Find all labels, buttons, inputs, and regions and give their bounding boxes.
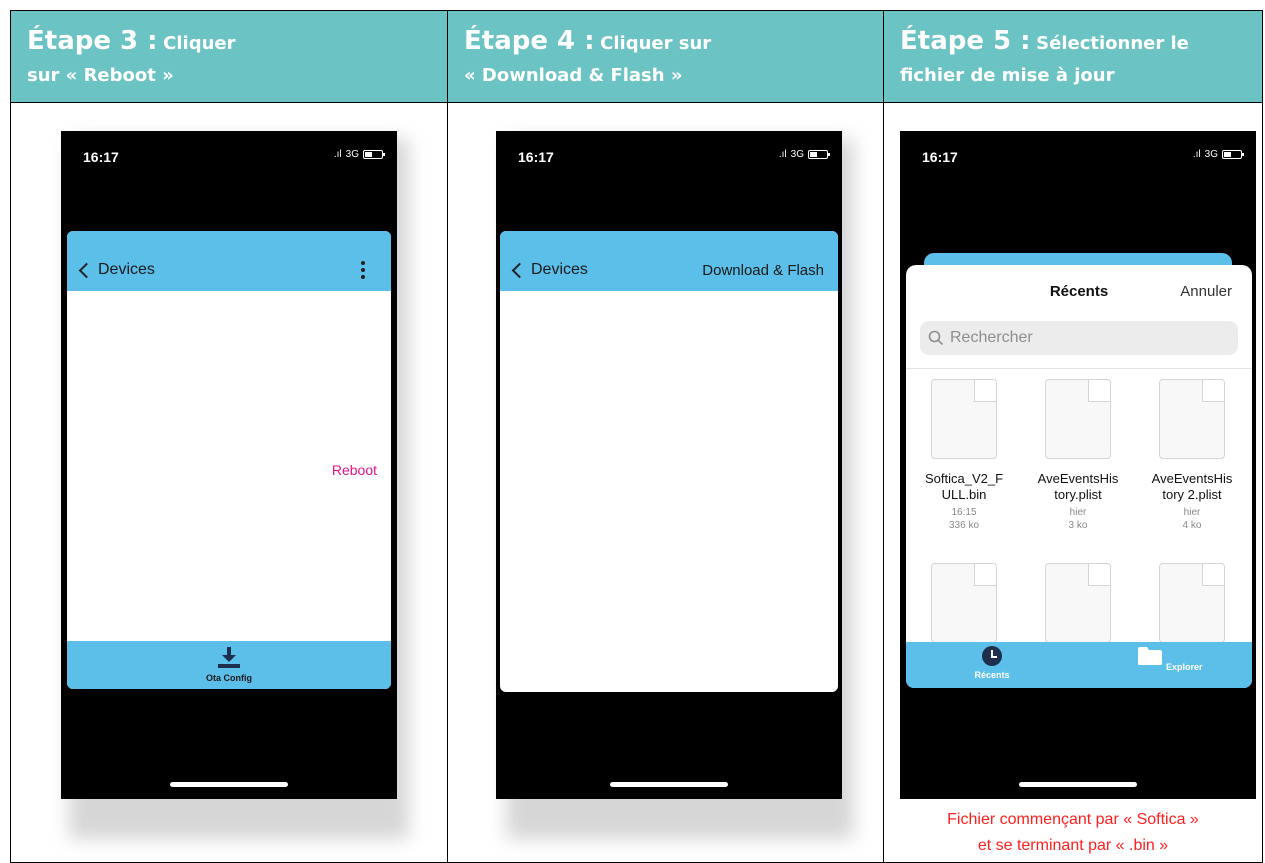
document-icon [931,379,997,459]
document-icon [1159,379,1225,459]
step-4-column: Étape 4 : Cliquer sur « Download & Flash… [447,11,883,862]
folder-icon [1138,647,1163,665]
step-5-header: Étape 5 : Sélectionner le fichier de mis… [884,11,1262,103]
search-icon [928,330,944,346]
step-3-action: Cliquer [163,33,236,54]
app-screen: Devices Download & Flash [500,231,838,692]
ota-config-label[interactable]: Ota Config [67,673,391,683]
step-3-number: Étape 3 : [27,26,158,56]
cancel-button[interactable]: Annuler [1180,283,1232,300]
file-name-line1: Softica_V2_F [924,471,1004,486]
battery-icon [1222,150,1244,159]
tab-label: Récents [974,670,1010,680]
instruction-note-line2: et se terminant par « .bin » [977,837,1169,854]
file-size: 336 ko [948,520,980,531]
file-item[interactable] [908,563,1020,643]
step-5-action-line2: fichier de mise à jour [900,65,1115,86]
document-icon [1045,379,1111,459]
back-label: Devices [98,261,155,278]
clock-icon [982,646,1002,666]
step-4-action-line2: « Download & Flash » [464,65,683,86]
battery-icon [808,150,830,159]
download-flash-button[interactable]: Download & Flash [702,262,824,279]
file-name-line2: tory.plist [1054,487,1102,502]
battery-icon [363,150,385,159]
file-date: hier [1069,507,1087,518]
phone-screenshot-step-4: 16:17 .ıl 3G Devices Download & Flash [496,131,842,799]
nav-bar: Devices [67,231,391,291]
home-indicator [1019,782,1137,787]
back-button[interactable]: Devices [510,261,588,279]
network-label: 3G [1204,149,1218,160]
nav-bar: Devices Download & Flash [500,231,838,291]
search-placeholder: Rechercher [950,329,1033,346]
step-5-action: Sélectionner le [1036,33,1189,54]
instruction-note-line1: Fichier commençant par « Softica » [947,811,1199,828]
tab-bar: Récents Explorer [906,642,1252,688]
document-icon [1159,563,1225,643]
signal-icon: .ıl [333,149,342,160]
tab-recents[interactable]: Récents [950,646,1034,680]
status-time: 16:17 [83,149,119,165]
file-name-line1: AveEventsHis [1151,471,1233,486]
step-5-number: Étape 5 : [900,26,1031,56]
chevron-left-icon [511,262,528,278]
back-label: Devices [531,261,588,278]
file-name-line2: ULL.bin [941,487,987,502]
step-4-action: Cliquer sur [600,33,712,54]
step-4-header: Étape 4 : Cliquer sur « Download & Flash… [448,11,883,103]
file-name-line1: AveEventsHis [1037,471,1119,486]
file-picker-sheet: Récents Annuler Rechercher Softica_V2_F … [906,265,1252,688]
more-options-icon[interactable] [361,261,365,279]
file-item[interactable]: Softica_V2_F ULL.bin 16:15 336 ko [908,379,1020,532]
home-indicator [170,782,288,787]
chevron-left-icon [78,262,95,278]
step-5-column: Étape 5 : Sélectionner le fichier de mis… [883,11,1262,862]
file-item[interactable]: AveEventsHis tory.plist hier 3 ko [1022,379,1134,532]
file-date: 16:15 [951,507,977,518]
status-indicators: .ıl 3G [778,149,830,160]
step-4-number: Étape 4 : [464,26,595,56]
status-time: 16:17 [922,149,958,165]
file-item[interactable] [1136,563,1248,643]
file-date: hier [1183,507,1201,518]
file-size: 3 ko [1068,520,1088,531]
file-item[interactable]: AveEventsHis tory 2.plist hier 4 ko [1136,379,1248,532]
home-indicator [610,782,728,787]
tab-explorer[interactable]: Explorer [1128,646,1212,672]
phone-screenshot-step-3: 16:17 .ıl 3G Devices Reboot Ota Config [61,131,397,799]
back-button[interactable]: Devices [77,261,155,279]
divider [906,368,1252,369]
steps-table: Étape 3 : Cliquer sur « Reboot » 16:17 .… [10,10,1263,863]
download-icon[interactable] [217,647,241,669]
file-name-line2: tory 2.plist [1162,487,1222,502]
network-label: 3G [790,149,804,160]
bottom-bar: Ota Config [67,641,391,689]
step-3-header: Étape 3 : Cliquer sur « Reboot » [11,11,447,103]
signal-icon: .ıl [1192,149,1201,160]
phone-screenshot-step-5: 16:17 .ıl 3G Récents Annuler Rechercher S… [900,131,1256,799]
status-indicators: .ıl 3G [333,149,385,160]
file-size: 4 ko [1182,520,1202,531]
status-time: 16:17 [518,149,554,165]
tab-label: Explorer [1166,662,1203,672]
step-3-column: Étape 3 : Cliquer sur « Reboot » 16:17 .… [11,11,447,862]
document-icon [1045,563,1111,643]
reboot-menu-item[interactable]: Reboot [332,462,377,478]
status-indicators: .ıl 3G [1192,149,1244,160]
signal-icon: .ıl [778,149,787,160]
network-label: 3G [345,149,359,160]
search-input[interactable]: Rechercher [920,321,1238,355]
app-screen: Devices Reboot Ota Config [67,231,391,689]
document-icon [931,563,997,643]
step-3-action-line2: sur « Reboot » [27,65,174,86]
file-item[interactable] [1022,563,1134,643]
